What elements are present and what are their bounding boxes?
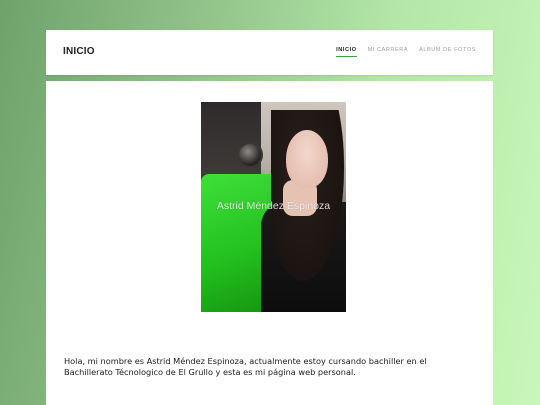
photo-face xyxy=(286,130,328,188)
profile-photo: Astrid Méndez Espinoza xyxy=(201,102,346,312)
photo-watermark: Astrid Méndez Espinoza xyxy=(216,200,331,212)
main-content: Astrid Méndez Espinoza Hola, mi nombre e… xyxy=(46,81,493,405)
photo-mirror xyxy=(237,142,263,168)
nav-item-mi-carrera[interactable]: MI CARRERA xyxy=(368,47,409,53)
site-title[interactable]: INICIO xyxy=(63,46,95,57)
main-nav: INICIO MI CARRERA ÁLBUM DE FOTOS xyxy=(336,47,476,57)
intro-paragraph: Hola, mi nombre es Astrid Méndez Espinoz… xyxy=(64,356,427,378)
site-header: INICIO INICIO MI CARRERA ÁLBUM DE FOTOS xyxy=(46,30,493,75)
nav-item-inicio[interactable]: INICIO xyxy=(336,47,357,57)
nav-item-album-de-fotos[interactable]: ÁLBUM DE FOTOS xyxy=(419,47,476,53)
